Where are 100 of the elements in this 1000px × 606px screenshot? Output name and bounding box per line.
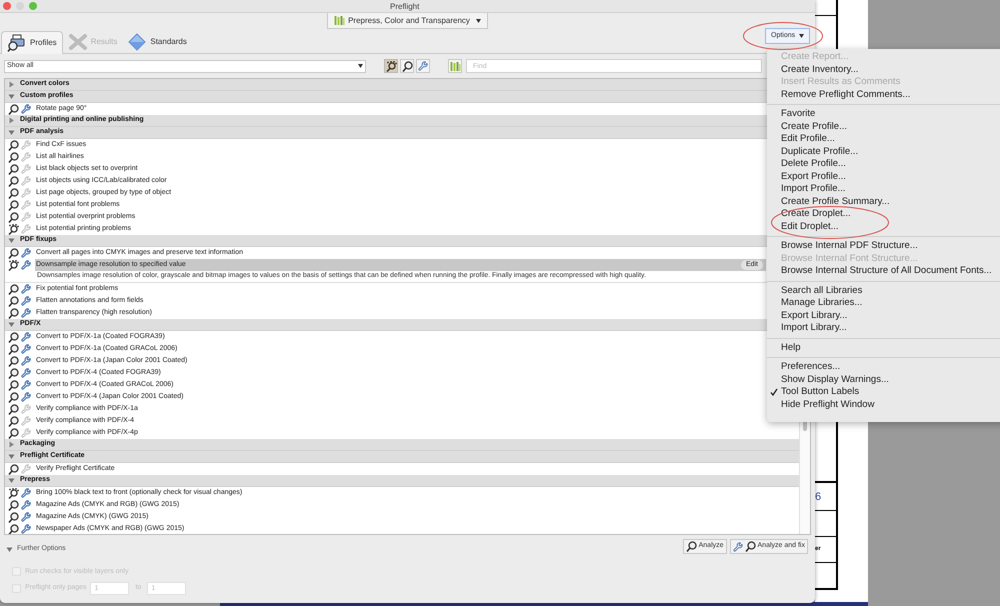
menu-item[interactable]: Help: [767, 342, 1000, 354]
wrench-icon: [732, 542, 743, 552]
wrench-icon: [418, 61, 428, 71]
menu-item[interactable]: Import Library...: [767, 322, 1000, 334]
diamond-icon: [127, 33, 148, 51]
wrench-icon: [21, 104, 31, 114]
wrench-icon: [21, 356, 31, 366]
tab[interactable]: Standards: [122, 31, 192, 53]
magnifier-icon: [402, 60, 412, 72]
droplet-magnifier-icon: [8, 488, 19, 498]
wrench-icon: [21, 368, 31, 378]
wrench-icon: [21, 524, 31, 534]
droplet-magnifier-icon: [8, 224, 19, 234]
expanded-triangle-icon[interactable]: [8, 453, 15, 460]
menu-item[interactable]: Create Droplet...: [767, 208, 1000, 220]
droplet-magnifier-icon: [8, 260, 19, 270]
wrench-icon: [21, 332, 31, 342]
menu-item[interactable]: Import Profile...: [767, 183, 1000, 196]
menu-item[interactable]: Manage Libraries...: [767, 297, 1000, 310]
caret-icon: [799, 34, 804, 38]
magnifier-icon: [8, 464, 19, 474]
close-button[interactable]: [3, 2, 11, 10]
wrench-icon: [21, 392, 31, 402]
menu-item[interactable]: Search all Libraries: [767, 284, 1000, 297]
magnifier-icon: [8, 176, 19, 186]
zoom-button[interactable]: [29, 2, 37, 10]
wrench-icon: [21, 248, 31, 258]
droplet-magnifier-icon: [386, 60, 396, 72]
wrench-icon: [21, 260, 31, 270]
magnifier-icon: [686, 541, 697, 552]
menu-item[interactable]: Browse Internal Structure of All Document Fonts...: [767, 265, 1000, 278]
menu-item[interactable]: Export Library...: [767, 310, 1000, 322]
cross-check-icon: [68, 33, 88, 51]
collapsed-triangle-icon[interactable]: [8, 441, 15, 448]
expanded-triangle-icon[interactable]: [8, 237, 15, 244]
menu-item[interactable]: Create Profile Summary...: [767, 196, 1000, 208]
wrench-icon: [21, 152, 31, 162]
printer-magnifier-icon: [7, 34, 27, 52]
magnifier-icon: [8, 368, 19, 378]
expanded-triangle-icon[interactable]: [8, 477, 15, 484]
magnifier-icon: [8, 296, 19, 306]
magnifier-icon: [8, 356, 19, 366]
magnifier-icon: [8, 104, 19, 114]
menu-item[interactable]: Edit Droplet...: [767, 220, 1000, 233]
expanded-triangle-icon[interactable]: [6, 546, 13, 553]
books-icon: [450, 60, 460, 72]
magnifier-icon: [744, 541, 756, 552]
menu-item[interactable]: Hide Preflight Window: [767, 398, 1000, 411]
magnifier-icon: [8, 284, 19, 294]
wrench-icon: [21, 404, 31, 414]
collapsed-triangle-icon[interactable]: [8, 81, 15, 88]
wrench-icon: [21, 308, 31, 318]
menu-item[interactable]: Browse Internal PDF Structure...: [767, 240, 1000, 252]
magnifier-icon: [8, 428, 19, 438]
menu-item[interactable]: Remove Preflight Comments...: [767, 88, 1000, 101]
magnifier-icon: [8, 524, 19, 534]
library-filter-button[interactable]: [448, 59, 462, 73]
magnifier-icon: [8, 392, 19, 402]
magnifier-icon: [8, 512, 19, 522]
wrench-icon: [21, 296, 31, 306]
wrench-icon: [21, 488, 31, 498]
wrench-icon: [21, 500, 31, 510]
search-filter-button[interactable]: [400, 59, 414, 73]
check-icon: [770, 388, 778, 396]
menu-item[interactable]: Create Profile...: [767, 120, 1000, 133]
expanded-triangle-icon[interactable]: [8, 93, 15, 100]
wrench-filter-button[interactable]: [416, 59, 430, 73]
menu-item[interactable]: Edit Profile...: [767, 133, 1000, 146]
collapsed-triangle-icon[interactable]: [8, 117, 15, 124]
wrench-icon: [21, 224, 31, 234]
magnifier-icon: [8, 188, 19, 198]
caret-icon: [358, 64, 363, 68]
menu-item[interactable]: Export Profile...: [767, 170, 1000, 183]
menu-item[interactable]: Duplicate Profile...: [767, 146, 1000, 158]
droplet-filter-button[interactable]: [384, 59, 398, 73]
wrench-icon: [21, 176, 31, 186]
menu-item[interactable]: Preferences...: [767, 361, 1000, 374]
wrench-icon: [21, 512, 31, 522]
menu-item[interactable]: Tool Button Labels: [767, 386, 1000, 398]
menu-item[interactable]: Favorite: [767, 108, 1000, 120]
magnifier-icon: [8, 212, 19, 222]
tab[interactable]: Profiles: [1, 31, 63, 54]
wrench-icon: [21, 140, 31, 150]
magnifier-icon: [8, 164, 19, 174]
magnifier-icon: [8, 416, 19, 426]
magnifier-icon: [8, 140, 19, 150]
menu-item[interactable]: Create Inventory...: [767, 64, 1000, 76]
window-title: Preflight: [390, 1, 420, 13]
wrench-icon: [21, 416, 31, 426]
magnifier-icon: [8, 152, 19, 162]
menu-item[interactable]: Show Display Warnings...: [767, 374, 1000, 386]
wrench-icon: [21, 200, 31, 210]
library-dropdown[interactable]: Prepress, Color and Transparency: [327, 12, 488, 29]
wrench-icon: [21, 428, 31, 438]
document-text: 6: [815, 490, 822, 502]
magnifier-icon: [8, 404, 19, 414]
menu-item[interactable]: Delete Profile...: [767, 158, 1000, 170]
expanded-triangle-icon[interactable]: [8, 129, 15, 136]
expanded-triangle-icon[interactable]: [8, 321, 15, 328]
wrench-icon: [21, 284, 31, 294]
